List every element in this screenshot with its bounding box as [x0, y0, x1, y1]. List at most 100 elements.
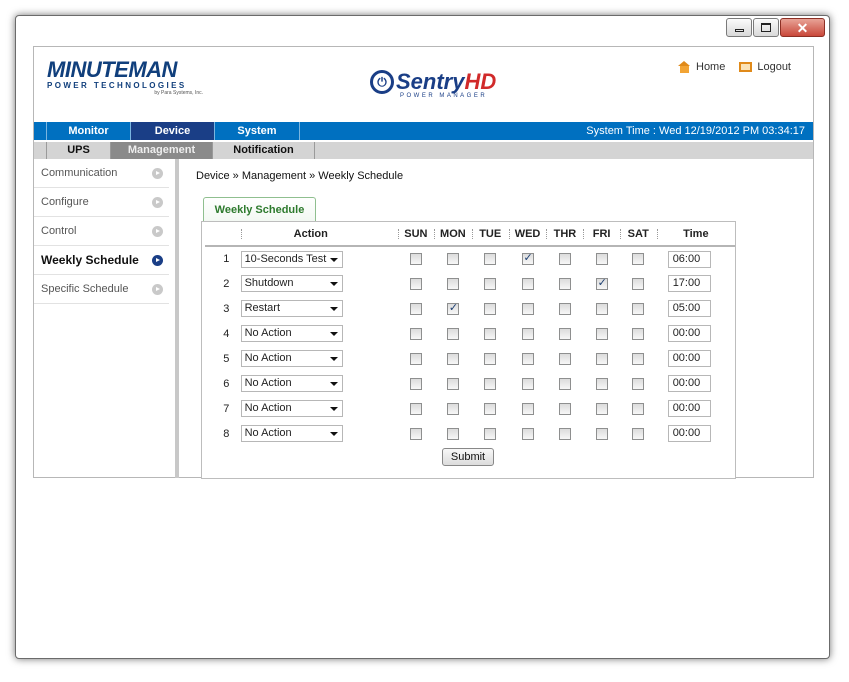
day-checkbox-sat[interactable] [632, 427, 645, 440]
day-checkbox-sun[interactable] [409, 327, 422, 340]
day-checkbox-mon[interactable] [446, 301, 459, 315]
day-checkbox-mon[interactable] [446, 427, 459, 440]
action-cell: No Action [240, 421, 381, 446]
home-link[interactable]: Home [678, 61, 725, 73]
day-checkbox-sun[interactable] [409, 277, 422, 290]
day-checkbox-wed[interactable] [521, 352, 534, 365]
day-checkbox-thr[interactable] [558, 253, 571, 266]
day-checkbox-mon[interactable] [446, 402, 459, 415]
day-checkbox-thr[interactable] [558, 427, 571, 440]
day-checkbox-sun[interactable] [409, 427, 422, 440]
sidebar-item-weekly-schedule[interactable]: Weekly Schedule [34, 246, 169, 275]
submit-button[interactable]: Submit [442, 448, 494, 466]
sidebar-item-communication[interactable]: Communication [34, 159, 169, 188]
day-checkbox-wed[interactable] [521, 427, 534, 440]
time-cell: 06:00 [657, 246, 735, 271]
day-checkbox-tue[interactable] [484, 352, 497, 365]
day-checkbox-sat[interactable] [632, 302, 645, 315]
time-input[interactable]: 05:00 [667, 300, 711, 317]
nav-device[interactable]: Device [131, 122, 215, 140]
action-select[interactable]: No Action [240, 400, 343, 417]
minimize-button[interactable] [726, 18, 752, 37]
day-cell [583, 396, 619, 421]
day-cell [583, 371, 619, 396]
day-checkbox-fri[interactable] [595, 377, 608, 390]
day-checkbox-fri[interactable] [595, 352, 608, 365]
action-select[interactable]: 10-Seconds Test [240, 250, 343, 268]
time-input[interactable]: 00:00 [667, 400, 711, 417]
day-checkbox-wed[interactable] [521, 327, 534, 340]
day-checkbox-sun[interactable] [409, 302, 422, 315]
day-checkbox-tue[interactable] [484, 302, 497, 315]
day-checkbox-tue[interactable] [484, 253, 497, 266]
subnav-notification[interactable]: Notification [213, 142, 315, 159]
day-checkbox-tue[interactable] [484, 377, 497, 390]
day-checkbox-fri[interactable] [595, 253, 608, 266]
time-input[interactable]: 00:00 [667, 350, 711, 367]
day-checkbox-wed[interactable] [521, 251, 534, 266]
day-checkbox-tue[interactable] [484, 402, 497, 415]
day-checkbox-sat[interactable] [632, 327, 645, 340]
day-cell [398, 321, 434, 346]
sidebar-item-control[interactable]: Control [34, 217, 169, 246]
day-checkbox-sat[interactable] [632, 277, 645, 290]
action-select[interactable]: No Action [240, 375, 343, 392]
day-cell [434, 421, 472, 446]
subnav-management[interactable]: Management [111, 142, 213, 159]
day-checkbox-sat[interactable] [632, 377, 645, 390]
action-select[interactable]: Restart [240, 300, 343, 317]
day-checkbox-sat[interactable] [632, 352, 645, 365]
day-checkbox-sun[interactable] [409, 352, 422, 365]
time-input[interactable]: 06:00 [667, 250, 711, 268]
day-checkbox-fri[interactable] [595, 427, 608, 440]
day-checkbox-fri[interactable] [595, 276, 608, 290]
day-checkbox-mon[interactable] [446, 327, 459, 340]
action-select[interactable]: No Action [240, 350, 343, 367]
day-cell [472, 421, 509, 446]
action-select[interactable]: Shutdown [240, 275, 343, 292]
day-checkbox-sun[interactable] [409, 253, 422, 266]
day-checkbox-wed[interactable] [521, 402, 534, 415]
time-input[interactable]: 00:00 [667, 375, 711, 392]
day-checkbox-mon[interactable] [446, 377, 459, 390]
day-checkbox-fri[interactable] [595, 302, 608, 315]
brand-byline: by Para Systems, Inc. [154, 90, 203, 96]
day-checkbox-sun[interactable] [409, 377, 422, 390]
time-input[interactable]: 00:00 [667, 325, 711, 342]
day-checkbox-fri[interactable] [595, 327, 608, 340]
day-checkbox-tue[interactable] [484, 427, 497, 440]
time-input[interactable]: 00:00 [667, 425, 711, 442]
time-input[interactable]: 17:00 [667, 275, 711, 292]
day-checkbox-sun[interactable] [409, 402, 422, 415]
day-checkbox-thr[interactable] [558, 402, 571, 415]
nav-monitor[interactable]: Monitor [46, 122, 131, 140]
day-checkbox-thr[interactable] [558, 352, 571, 365]
day-checkbox-thr[interactable] [558, 327, 571, 340]
day-checkbox-fri[interactable] [595, 402, 608, 415]
subnav-ups[interactable]: UPS [46, 142, 111, 159]
day-checkbox-mon[interactable] [446, 352, 459, 365]
logout-link[interactable]: Logout [739, 61, 791, 73]
sidebar-item-configure[interactable]: Configure [34, 188, 169, 217]
day-checkbox-tue[interactable] [484, 277, 497, 290]
day-checkbox-tue[interactable] [484, 327, 497, 340]
tab-weekly-schedule[interactable]: Weekly Schedule [203, 197, 316, 222]
day-checkbox-thr[interactable] [558, 277, 571, 290]
action-select[interactable]: No Action [240, 425, 343, 442]
day-checkbox-sat[interactable] [632, 402, 645, 415]
sidebar-item-specific-schedule[interactable]: Specific Schedule [34, 275, 169, 304]
day-checkbox-thr[interactable] [558, 302, 571, 315]
nav-system[interactable]: System [215, 122, 300, 140]
maximize-button[interactable] [753, 18, 779, 37]
day-checkbox-wed[interactable] [521, 302, 534, 315]
day-checkbox-wed[interactable] [521, 277, 534, 290]
day-checkbox-wed[interactable] [521, 377, 534, 390]
time-cell: 05:00 [657, 296, 735, 321]
action-select[interactable]: No Action [240, 325, 343, 342]
day-checkbox-mon[interactable] [446, 253, 459, 266]
day-checkbox-sat[interactable] [632, 253, 645, 266]
day-checkbox-thr[interactable] [558, 377, 571, 390]
day-checkbox-mon[interactable] [446, 277, 459, 290]
close-button[interactable]: ✕ [780, 18, 825, 37]
header-number [205, 222, 241, 247]
